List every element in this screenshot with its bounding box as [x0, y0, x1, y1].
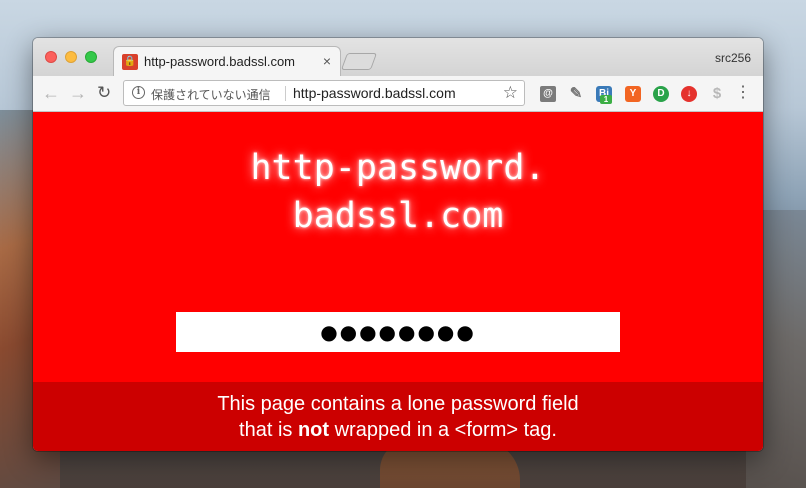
tab-strip: 🔒 http-password.badssl.com × src256 [33, 38, 763, 76]
page-title: http-password. badssl.com [33, 144, 763, 240]
tab-title: http-password.badssl.com [144, 54, 296, 69]
footer-banner: This page contains a lone password field… [33, 382, 763, 451]
kebab-menu-icon[interactable]: ⋮ [735, 84, 751, 102]
footer-line2: that is not wrapped in a <form> tag. [33, 417, 763, 443]
reload-icon[interactable]: ↻ [97, 83, 111, 103]
profile-name[interactable]: src256 [715, 51, 751, 65]
new-tab-button[interactable] [340, 53, 378, 70]
browser-toolbar: ← → ↻ i 保護されていない通信 http-password.badssl.… [33, 76, 763, 112]
extension-document-icon[interactable]: @ [540, 86, 556, 102]
page-title-line1: http-password. [250, 148, 546, 188]
page-title-line2: badssl.com [292, 196, 504, 236]
footer-line2-post: wrapped in a <form> tag. [329, 419, 557, 441]
tab-close-icon[interactable]: × [323, 53, 331, 69]
password-field[interactable]: ●●●●●●●● [176, 312, 620, 352]
lock-warning-favicon-icon: 🔒 [122, 54, 138, 70]
arrow-left-icon[interactable]: ← [42, 83, 60, 103]
footer-line2-bold: not [297, 419, 330, 441]
extension-badge: 1 [600, 95, 612, 104]
url-text[interactable]: http-password.badssl.com [293, 85, 456, 101]
window-maximize-button[interactable] [85, 51, 97, 63]
window-close-button[interactable] [45, 51, 57, 63]
omnibox-divider [285, 86, 286, 101]
window-minimize-button[interactable] [65, 51, 77, 63]
extension-download-icon[interactable]: ↓ [681, 86, 697, 102]
footer-text: This page contains a lone password field… [33, 391, 763, 443]
extension-dollar-icon[interactable]: $ [709, 86, 725, 102]
page-content: http-password. badssl.com ●●●●●●●● This … [33, 112, 763, 451]
extension-y-icon[interactable]: Y [625, 86, 641, 102]
arrow-right-icon[interactable]: → [69, 83, 87, 103]
extension-pin-icon[interactable]: ✎ [568, 86, 584, 102]
browser-window: 🔒 http-password.badssl.com × src256 ← → … [33, 38, 763, 451]
footer-line1: This page contains a lone password field [217, 393, 579, 415]
info-icon[interactable]: i [132, 86, 145, 99]
footer-line2-pre: that is [239, 419, 298, 441]
tab-active[interactable]: 🔒 http-password.badssl.com × [113, 46, 341, 76]
security-label[interactable]: 保護されていない通信 [151, 86, 271, 103]
extension-d-icon[interactable]: D [653, 86, 669, 102]
extension-bi-icon[interactable]: Bi 1 [596, 86, 612, 104]
star-icon[interactable]: ☆ [503, 83, 518, 103]
address-bar[interactable]: i 保護されていない通信 http-password.badssl.com ☆ [123, 80, 525, 106]
